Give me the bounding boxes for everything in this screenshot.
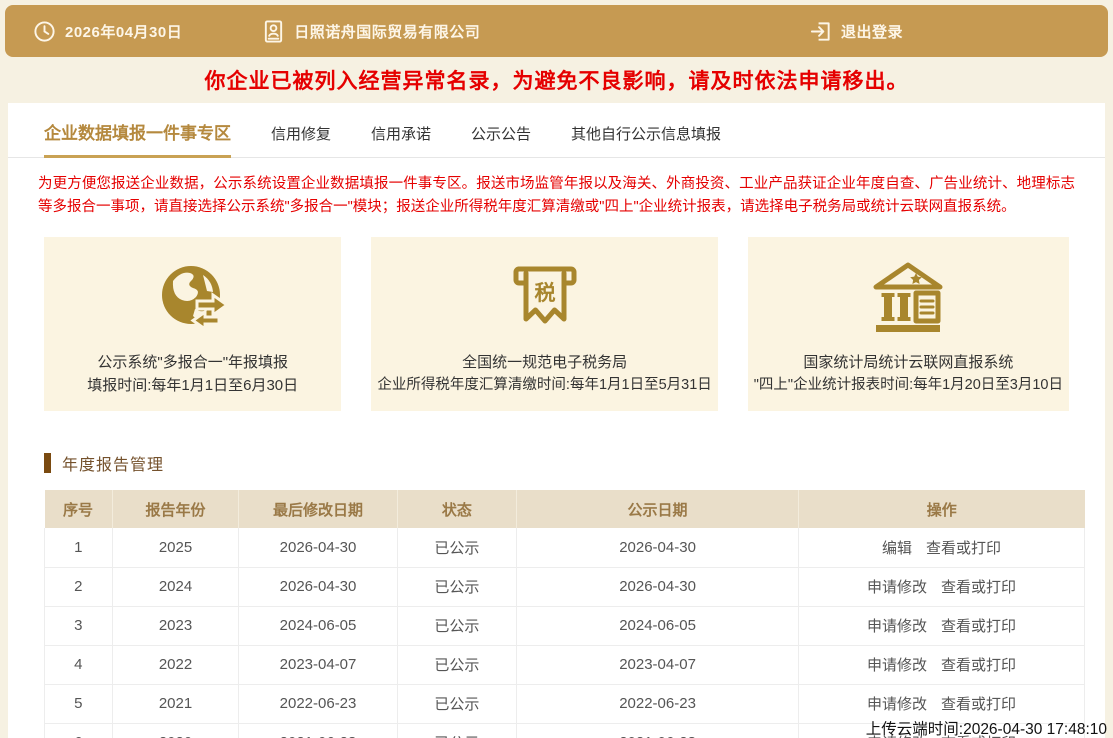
abnormal-status-warning: 你企业已被列入经营异常名录，为避免不良影响，请及时依法申请移出。 <box>0 57 1113 103</box>
action-link[interactable]: 查看或打印 <box>941 696 1016 713</box>
tab-credit-commitment[interactable]: 信用承诺 <box>371 123 431 157</box>
cell-status: 已公示 <box>397 606 517 645</box>
tab-public-announcement[interactable]: 公示公告 <box>471 123 531 157</box>
card-line2: "四上"企业统计报表时间:每年1月20日至3月10日 <box>754 374 1063 396</box>
cell-modified: 2022-06-23 <box>239 684 397 723</box>
annual-report-table: 序号 报告年份 最后修改日期 状态 公示日期 操作 120252026-04-3… <box>44 490 1085 738</box>
header-company: 日照诺舟国际贸易有限公司 <box>262 20 480 43</box>
action-link[interactable]: 申请修改 <box>867 579 927 596</box>
cell-no: 3 <box>45 606 113 645</box>
card-line1: 国家统计局统计云联网直报系统 <box>754 351 1063 374</box>
cell-year: 2024 <box>112 567 239 606</box>
action-link[interactable]: 申请修改 <box>867 696 927 713</box>
action-link[interactable]: 查看或打印 <box>941 657 1016 674</box>
cell-modified: 2026-04-30 <box>239 528 397 567</box>
col-header-modified: 最后修改日期 <box>239 490 397 528</box>
logout-button[interactable]: 退出登录 <box>809 20 903 43</box>
top-header: 2026年04月30日 日照诺舟国际贸易有限公司 退出登录 <box>5 5 1108 57</box>
cell-no: 6 <box>45 723 113 738</box>
logout-label: 退出登录 <box>841 21 903 42</box>
cell-modified: 2024-06-05 <box>239 606 397 645</box>
cell-actions: 申请修改查看或打印 <box>798 645 1084 684</box>
cell-published: 2021-06-28 <box>517 723 799 738</box>
section-marker <box>44 453 51 473</box>
col-header-published: 公示日期 <box>517 490 799 528</box>
cell-published: 2026-04-30 <box>517 567 799 606</box>
card-electronic-tax-bureau[interactable]: 税 全国统一规范电子税务局 企业所得税年度汇算清缴时间:每年1月1日至5月31日 <box>371 237 717 412</box>
cell-modified: 2023-04-07 <box>239 645 397 684</box>
action-link[interactable]: 查看或打印 <box>941 618 1016 635</box>
cell-actions: 申请修改查看或打印 <box>798 567 1084 606</box>
cell-year: 2022 <box>112 645 239 684</box>
annual-report-section-head: 年度报告管理 <box>44 451 1069 475</box>
id-badge-icon <box>262 20 285 43</box>
table-header-row: 序号 报告年份 最后修改日期 状态 公示日期 操作 <box>45 490 1085 528</box>
header-date-label: 2026年04月30日 <box>65 21 182 42</box>
card-annual-report-filing[interactable]: 公示系统"多报合一"年报填报 填报时间:每年1月1日至6月30日 <box>44 237 341 412</box>
cell-year: 2025 <box>112 528 239 567</box>
action-link[interactable]: 编辑 <box>882 540 912 557</box>
card-line1: 全国统一规范电子税务局 <box>377 351 711 374</box>
cell-status: 已公示 <box>397 723 517 738</box>
cell-status: 已公示 <box>397 645 517 684</box>
cell-no: 1 <box>45 528 113 567</box>
cell-year: 2020 <box>112 723 239 738</box>
section-title: 年度报告管理 <box>62 451 164 475</box>
clock-icon <box>33 20 56 43</box>
action-link[interactable]: 申请修改 <box>867 657 927 674</box>
cell-no: 4 <box>45 645 113 684</box>
tab-credit-repair[interactable]: 信用修复 <box>271 123 331 157</box>
col-header-actions: 操作 <box>798 490 1084 528</box>
company-name-label: 日照诺舟国际贸易有限公司 <box>294 21 480 42</box>
action-link[interactable]: 查看或打印 <box>926 540 1001 557</box>
table-row: 120252026-04-30已公示2026-04-30编辑查看或打印 <box>45 528 1085 567</box>
cell-status: 已公示 <box>397 567 517 606</box>
col-header-no: 序号 <box>45 490 113 528</box>
tab-other-self-disclosure[interactable]: 其他自行公示信息填报 <box>571 123 721 157</box>
card-line1: 公示系统"多报合一"年报填报 <box>50 351 335 374</box>
cell-published: 2023-04-07 <box>517 645 799 684</box>
col-header-year: 报告年份 <box>112 490 239 528</box>
cell-actions: 申请修改查看或打印 <box>798 606 1084 645</box>
header-date: 2026年04月30日 <box>33 20 182 43</box>
entry-cards: 公示系统"多报合一"年报填报 填报时间:每年1月1日至6月30日 税 全国统一规… <box>44 237 1069 412</box>
card-statistics-direct-report[interactable]: 国家统计局统计云联网直报系统 "四上"企业统计报表时间:每年1月20日至3月10… <box>748 237 1069 412</box>
cell-no: 2 <box>45 567 113 606</box>
cell-modified: 2026-04-30 <box>239 567 397 606</box>
globe-trade-icon <box>50 257 335 341</box>
tab-enterprise-data-filing[interactable]: 企业数据填报一件事专区 <box>44 119 231 158</box>
svg-text:税: 税 <box>534 281 555 305</box>
card-line2: 填报时间:每年1月1日至6月30日 <box>50 374 335 397</box>
cell-actions: 编辑查看或打印 <box>798 528 1084 567</box>
table-row: 420222023-04-07已公示2023-04-07申请修改查看或打印 <box>45 645 1085 684</box>
cell-modified: 2021-06-28 <box>239 723 397 738</box>
cell-status: 已公示 <box>397 528 517 567</box>
cell-published: 2026-04-30 <box>517 528 799 567</box>
cell-published: 2024-06-05 <box>517 606 799 645</box>
report-table-body: 120252026-04-30已公示2026-04-30编辑查看或打印22024… <box>45 528 1085 738</box>
table-row: 320232024-06-05已公示2024-06-05申请修改查看或打印 <box>45 606 1085 645</box>
tax-ribbon-icon: 税 <box>377 257 711 341</box>
cell-year: 2021 <box>112 684 239 723</box>
notice-text: 为更方便您报送企业数据，公示系统设置企业数据填报一件事专区。报送市场监管年报以及… <box>38 173 1075 220</box>
cell-year: 2023 <box>112 606 239 645</box>
action-link[interactable]: 申请修改 <box>867 618 927 635</box>
logout-icon <box>809 20 832 43</box>
upload-cloud-time: 上传云端时间:2026-04-30 17:48:10 <box>866 717 1107 738</box>
tab-bar: 企业数据填报一件事专区 信用修复 信用承诺 公示公告 其他自行公示信息填报 <box>8 103 1105 158</box>
action-link[interactable]: 查看或打印 <box>941 579 1016 596</box>
cell-status: 已公示 <box>397 684 517 723</box>
cell-no: 5 <box>45 684 113 723</box>
bank-building-icon <box>754 257 1063 341</box>
main-panel: 企业数据填报一件事专区 信用修复 信用承诺 公示公告 其他自行公示信息填报 为更… <box>8 103 1105 738</box>
card-line2: 企业所得税年度汇算清缴时间:每年1月1日至5月31日 <box>377 374 711 396</box>
col-header-status: 状态 <box>397 490 517 528</box>
cell-published: 2022-06-23 <box>517 684 799 723</box>
table-row: 220242026-04-30已公示2026-04-30申请修改查看或打印 <box>45 567 1085 606</box>
